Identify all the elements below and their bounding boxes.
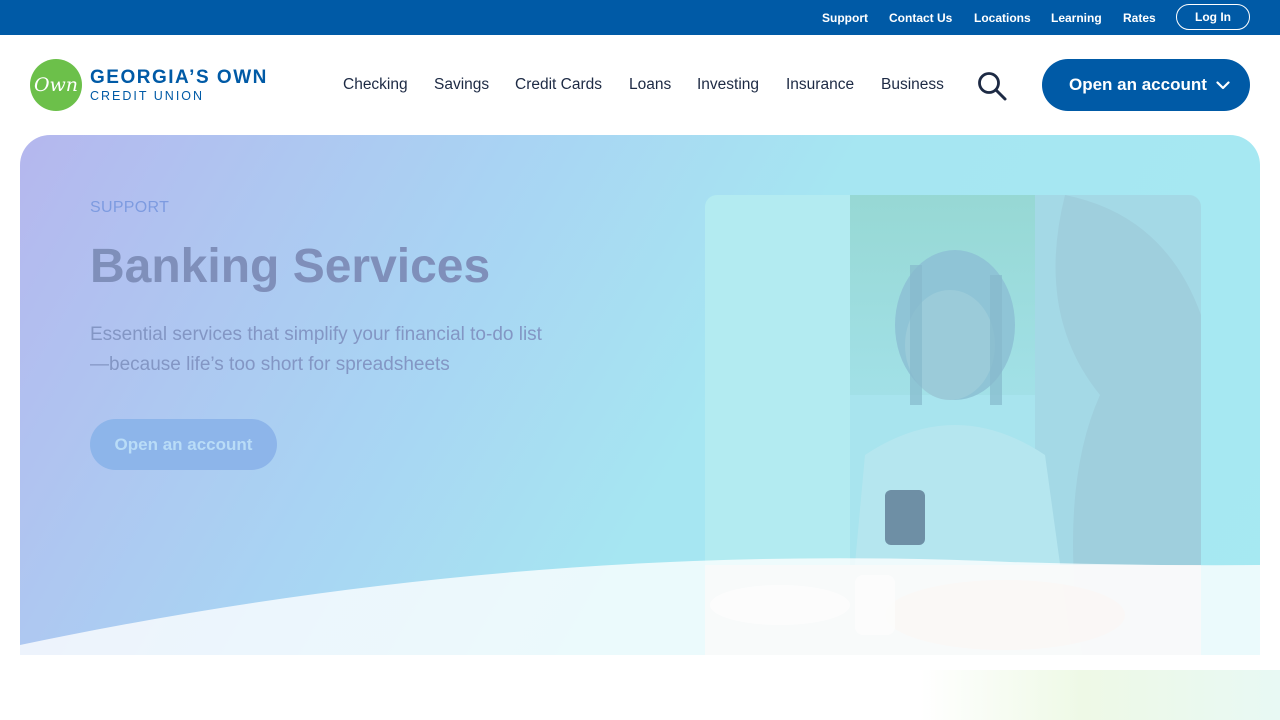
utility-link-locations[interactable]: Locations bbox=[974, 0, 1031, 35]
hero-open-account-button[interactable]: Open an account bbox=[90, 419, 277, 470]
open-account-dropdown-button[interactable]: Open an account bbox=[1042, 59, 1250, 111]
hero-photo bbox=[705, 195, 1201, 655]
nav-item-savings[interactable]: Savings bbox=[434, 76, 489, 94]
logo-name-line1: GEORGIA’S OWN bbox=[90, 66, 268, 88]
brand-logo[interactable]: Own GEORGIA’S OWN CREDIT UNION bbox=[30, 59, 268, 111]
hero-title: Banking Services bbox=[90, 240, 491, 293]
decorative-glow bbox=[920, 670, 1280, 720]
logo-mark: Own bbox=[30, 59, 82, 111]
hero-subtitle: Essential services that simplify your fi… bbox=[90, 324, 542, 375]
main-header: Own GEORGIA’S OWN CREDIT UNION Checking … bbox=[0, 35, 1280, 135]
nav-item-insurance[interactable]: Insurance bbox=[786, 76, 854, 94]
utility-link-learning[interactable]: Learning bbox=[1051, 0, 1102, 35]
hero-eyebrow: SUPPORT bbox=[90, 199, 170, 216]
hero-banner bbox=[20, 135, 1260, 655]
nav-item-investing[interactable]: Investing bbox=[697, 76, 759, 94]
open-account-label: Open an account bbox=[1069, 75, 1207, 94]
logo-wordmark: GEORGIA’S OWN CREDIT UNION bbox=[90, 68, 268, 103]
utility-bar: Support Contact Us Locations Learning Ra… bbox=[0, 0, 1280, 35]
utility-link-support[interactable]: Support bbox=[822, 0, 868, 35]
utility-link-rates[interactable]: Rates bbox=[1123, 0, 1156, 35]
utility-link-contact-us[interactable]: Contact Us bbox=[889, 0, 952, 35]
login-button[interactable]: Log In bbox=[1176, 4, 1250, 30]
nav-item-business[interactable]: Business bbox=[881, 76, 944, 94]
nav-item-credit-cards[interactable]: Credit Cards bbox=[515, 76, 602, 94]
chevron-down-icon bbox=[1216, 80, 1230, 89]
logo-name-line2: CREDIT UNION bbox=[90, 88, 205, 103]
nav-item-loans[interactable]: Loans bbox=[629, 76, 671, 94]
nav-item-checking[interactable]: Checking bbox=[343, 76, 408, 94]
search-icon[interactable] bbox=[976, 70, 1008, 102]
